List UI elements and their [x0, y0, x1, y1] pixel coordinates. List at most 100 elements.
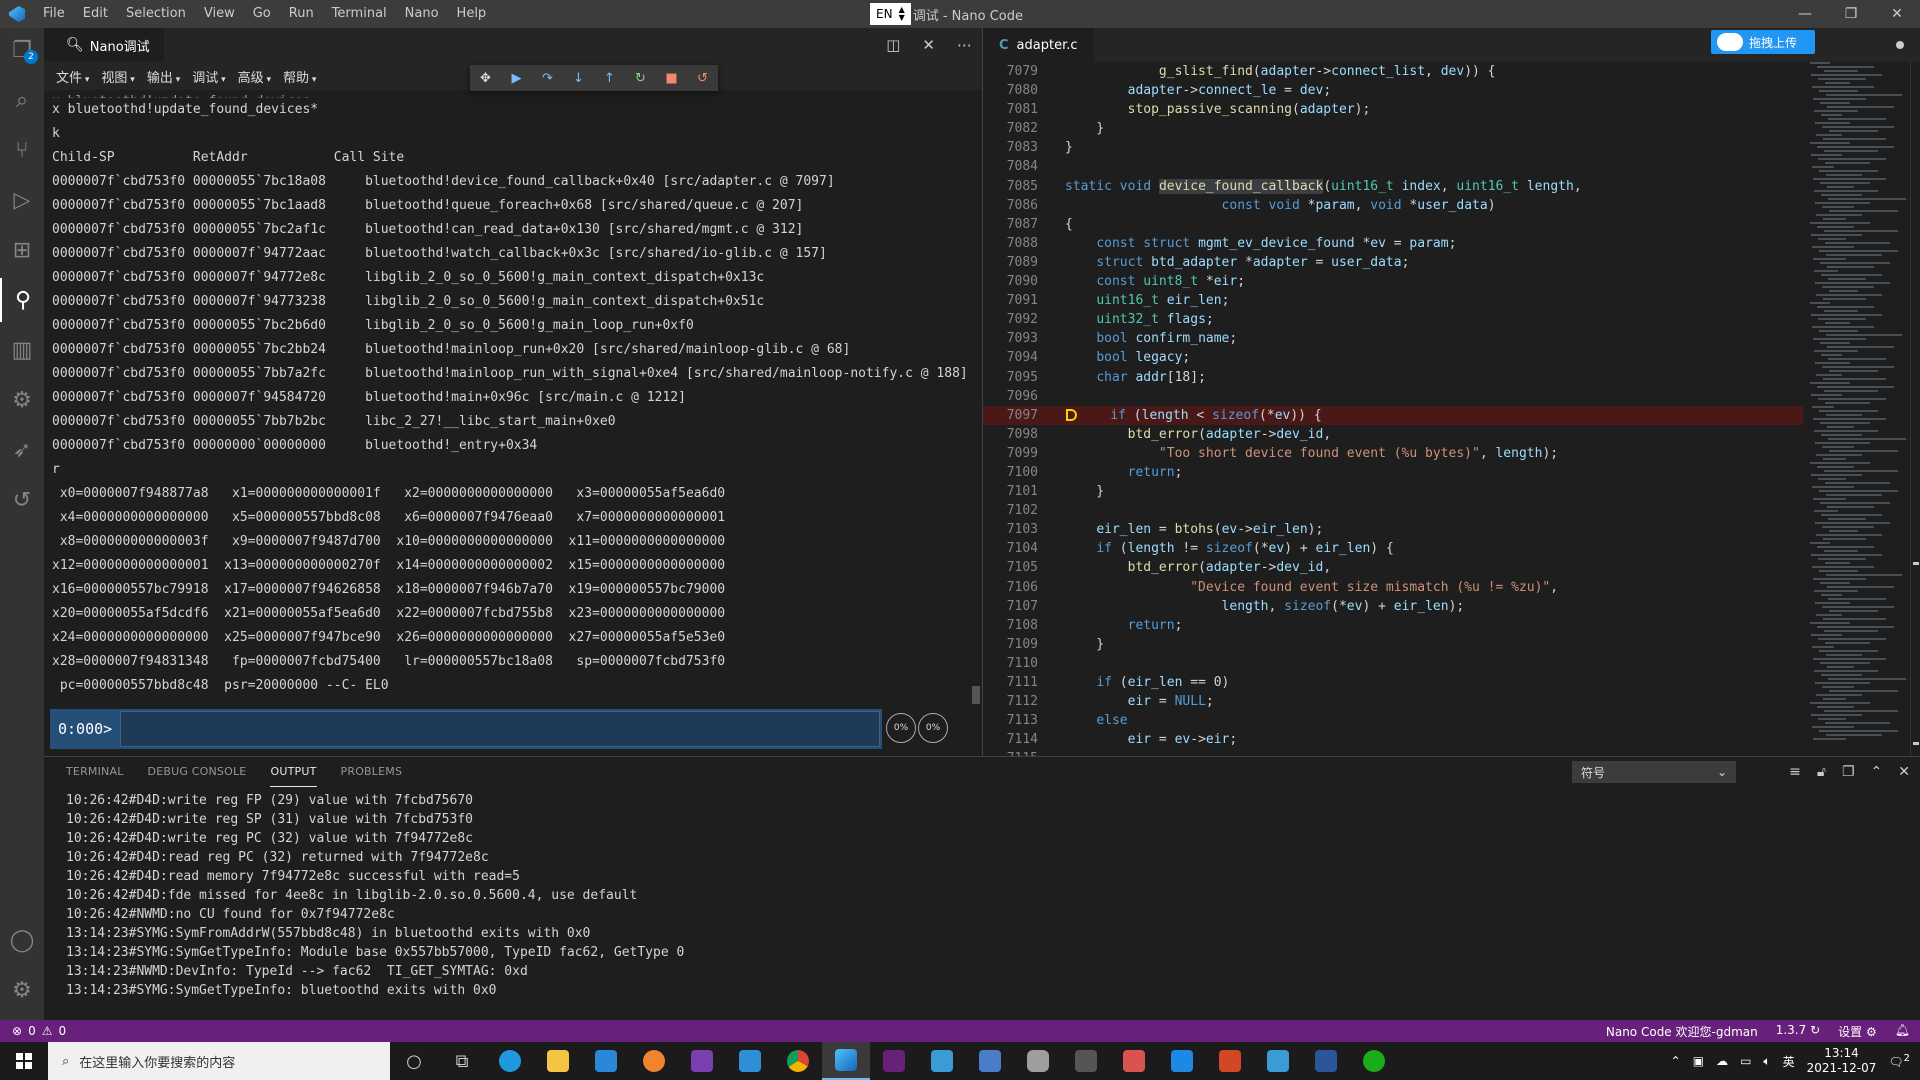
chrome-icon[interactable]: [774, 1042, 822, 1080]
ime-mode-icon[interactable]: 英: [1783, 1053, 1795, 1070]
app-icon-1[interactable]: [918, 1042, 966, 1080]
nano-menu-item[interactable]: 调试 ▾: [186, 67, 231, 86]
tray-chevron-icon[interactable]: ⌃: [1671, 1054, 1681, 1068]
word-icon[interactable]: [1302, 1042, 1350, 1080]
menu-item-nano[interactable]: Nano: [396, 0, 448, 28]
menu-item-run[interactable]: Run: [280, 0, 323, 28]
step-over-icon[interactable]: ↷: [537, 71, 559, 86]
explorer-icon[interactable]: ❐ 2: [0, 28, 44, 72]
book-icon[interactable]: ▥: [0, 328, 44, 372]
snipping-tool-icon[interactable]: [1110, 1042, 1158, 1080]
clock[interactable]: 13:14 2021-12-07: [1807, 1046, 1877, 1076]
disconnect-icon[interactable]: ↺: [692, 71, 714, 86]
step-into-icon[interactable]: ↓: [568, 71, 590, 86]
menu-item-go[interactable]: Go: [244, 0, 280, 28]
menu-item-terminal[interactable]: Terminal: [323, 0, 396, 28]
tab-adapter-c[interactable]: C adapter.c: [983, 28, 1094, 62]
menu-item-view[interactable]: View: [195, 0, 244, 28]
nano-menu-item[interactable]: 帮助 ▾: [277, 67, 322, 86]
bell-icon[interactable]: 🔔︎: [1895, 1023, 1910, 1040]
restart-icon[interactable]: ↻: [630, 71, 652, 86]
robot-icon[interactable]: ⚙: [0, 378, 44, 422]
vscode-icon[interactable]: [1158, 1042, 1206, 1080]
split-editor-icon[interactable]: ◫: [886, 36, 900, 54]
restore-button[interactable]: ❐: [1828, 0, 1874, 28]
cortana-icon[interactable]: ○: [390, 1042, 438, 1080]
stop-icon[interactable]: ■: [661, 71, 683, 86]
nano-menu-item[interactable]: 输出 ▾: [141, 67, 186, 86]
run-debug-icon[interactable]: ▷: [0, 178, 44, 222]
volume-icon[interactable]: 🔈︎: [1763, 1054, 1770, 1069]
code-area[interactable]: 7079 g_slist_find(adapter->connect_list,…: [983, 62, 1803, 756]
visual-studio-icon[interactable]: [870, 1042, 918, 1080]
step-out-icon[interactable]: ↑: [599, 71, 621, 86]
settings-gear-icon[interactable]: ⚙: [0, 968, 44, 1012]
drag-handle-icon[interactable]: ✥: [475, 71, 497, 86]
powerpoint-icon[interactable]: [1206, 1042, 1254, 1080]
onedrive-icon[interactable]: ☁: [1716, 1054, 1728, 1068]
tab-output[interactable]: OUTPUT: [270, 757, 317, 787]
menu-item-edit[interactable]: Edit: [74, 0, 117, 28]
progress-button-2[interactable]: 0%: [918, 713, 948, 743]
close-tab-icon[interactable]: ✕: [922, 36, 935, 54]
source-control-icon[interactable]: ⑂: [0, 128, 44, 172]
close-window-button[interactable]: ✕: [1874, 0, 1920, 28]
tab-nano-debug[interactable]: 🔍︎ Nano调试: [44, 28, 164, 62]
output-scrollbar[interactable]: [970, 90, 982, 710]
tab-terminal[interactable]: TERMINAL: [66, 757, 124, 787]
upload-button[interactable]: 拖拽上传: [1711, 30, 1815, 54]
minimap[interactable]: [1810, 62, 1910, 756]
maximize-panel-icon[interactable]: ❐: [1842, 764, 1855, 780]
chevron-up-icon[interactable]: ⌃: [1871, 764, 1883, 780]
close-panel-icon[interactable]: ✕: [1898, 764, 1910, 780]
taskbar-search[interactable]: ⌕ 在这里输入你要搜索的内容: [48, 1042, 390, 1080]
menu-item-help[interactable]: Help: [448, 0, 496, 28]
lock-icon[interactable]: 🔓︎: [1817, 764, 1826, 780]
settings-item[interactable]: 设置 ⚙: [1838, 1023, 1877, 1040]
tab-debug-console[interactable]: DEBUG CONSOLE: [148, 757, 247, 787]
nano-menu-item[interactable]: 文件 ▾: [50, 67, 95, 86]
store-icon[interactable]: [582, 1042, 630, 1080]
more-actions-icon[interactable]: ⋯: [957, 36, 972, 54]
ime-indicator[interactable]: EN ▲ ▼: [870, 3, 911, 25]
task-view-icon[interactable]: ⧉: [438, 1042, 486, 1080]
continue-icon[interactable]: ▶: [506, 71, 528, 86]
network-icon[interactable]: ▭: [1740, 1054, 1751, 1068]
version-item[interactable]: 1.3.7 ↻: [1776, 1023, 1820, 1040]
wechat-icon[interactable]: [1350, 1042, 1398, 1080]
floppy-app-icon[interactable]: [678, 1042, 726, 1080]
code-editor: C adapter.c 拖拽上传 7079 g_slist_find(adapt…: [982, 28, 1920, 756]
mail-icon[interactable]: [726, 1042, 774, 1080]
tab-problems[interactable]: PROBLEMS: [341, 757, 403, 787]
terminal-app-icon[interactable]: [1062, 1042, 1110, 1080]
extensions-icon[interactable]: ⊞: [0, 228, 44, 272]
nano-menu-item[interactable]: 视图 ▾: [95, 67, 140, 86]
code-line: 7111 if (eir_len == 0): [983, 673, 1803, 692]
start-button[interactable]: [0, 1042, 48, 1080]
nano-menu-item[interactable]: 高级 ▾: [232, 67, 277, 86]
menu-item-selection[interactable]: Selection: [117, 0, 195, 28]
problems-status[interactable]: ⊗ 0 ⚠ 0: [0, 1024, 66, 1038]
edge-icon[interactable]: [486, 1042, 534, 1080]
search-icon[interactable]: ⌕: [0, 78, 44, 122]
nano-code-taskbar-icon[interactable]: [822, 1042, 870, 1080]
output-channel-select[interactable]: 符号 ⌄: [1572, 761, 1736, 783]
nano-debug-icon[interactable]: ⚲: [0, 278, 44, 322]
command-input[interactable]: [120, 711, 880, 747]
menu-item-file[interactable]: File: [34, 0, 74, 28]
search-app-icon[interactable]: [630, 1042, 678, 1080]
tray-app-icon[interactable]: ▣: [1693, 1054, 1704, 1068]
history-icon[interactable]: ↺: [0, 478, 44, 522]
code-text: const void *param, void *user_data): [1221, 197, 1496, 213]
file-explorer-icon[interactable]: [534, 1042, 582, 1080]
progress-button-1[interactable]: 0%: [886, 713, 916, 743]
database-icon[interactable]: [1014, 1042, 1062, 1080]
account-icon[interactable]: ◯: [0, 918, 44, 962]
minimize-button[interactable]: —: [1782, 0, 1828, 28]
clear-output-icon[interactable]: ≡: [1789, 764, 1801, 780]
rocket-icon[interactable]: ➶: [0, 428, 44, 472]
app-icon-2[interactable]: [1254, 1042, 1302, 1080]
notification-icon[interactable]: 🗨︎2: [1888, 1053, 1910, 1069]
network-app-icon[interactable]: [966, 1042, 1014, 1080]
editor-scrollbar[interactable]: [1910, 62, 1920, 756]
